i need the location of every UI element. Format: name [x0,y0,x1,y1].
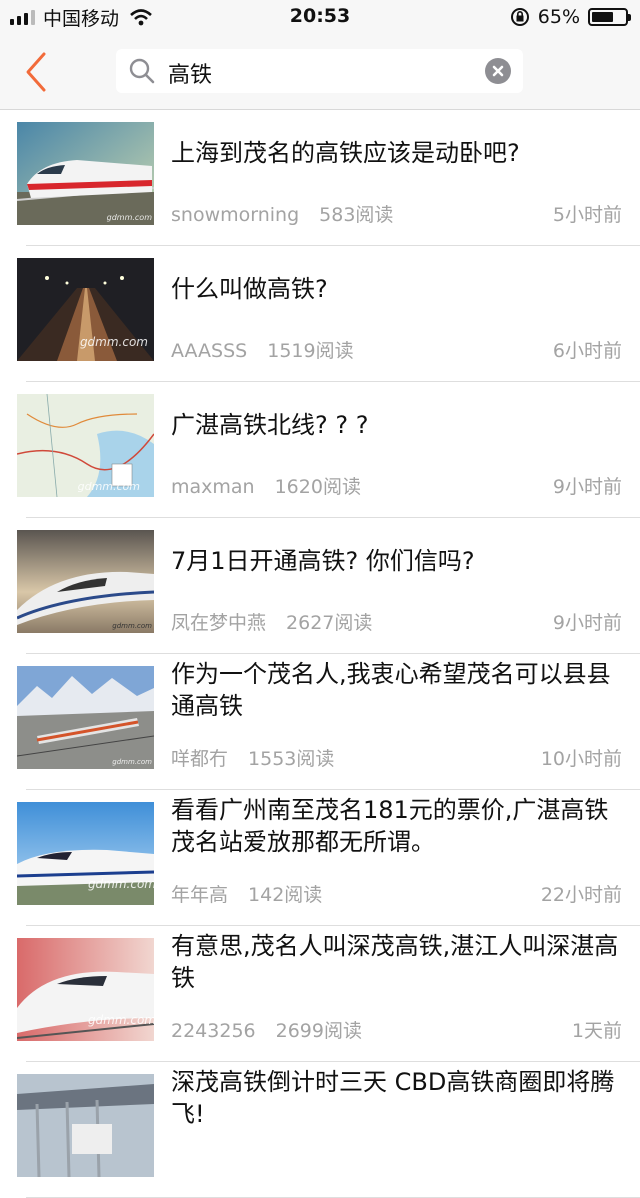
watermark: gdmm.com [77,480,140,493]
list-item[interactable]: gdmm.com 看看广州南至茂名181元的票价,广湛高铁茂名站爱放那都无所谓。… [0,790,640,926]
list-item[interactable]: gdmm.com 作为一个茂名人,我衷心希望茂名可以县县通高铁 咩都冇 1553阅… [0,654,640,790]
article-thumbnail: gdmm.com [17,666,154,769]
article-author: 凤在梦中燕 [171,612,267,634]
article-title: 深茂高铁倒计时三天 CBD高铁商圈即将腾飞! [171,1068,615,1128]
article-time: 9小时前 [552,476,622,498]
article-time: 10小时前 [540,748,622,770]
article-time: 6小时前 [552,340,622,362]
article-title: 7月1日开通高铁? 你们信吗? [171,547,475,575]
list-item[interactable]: 深茂高铁倒计时三天 CBD高铁商圈即将腾飞! [0,1062,640,1198]
article-author: AAASSS [171,340,248,362]
article-thumbnail: gdmm.com [17,122,154,225]
article-thumbnail: gdmm.com [17,802,154,905]
search-icon [129,58,155,84]
list-item[interactable]: gdmm.com 广湛高铁北线? ? ? maxman 1620阅读 9小时前 [0,382,640,518]
battery-percent: 65% [537,6,580,28]
article-title: 广湛高铁北线? ? ? [171,411,369,439]
battery-icon [588,8,631,26]
orientation-lock-icon [510,8,529,26]
article-author: 2243256 [171,1020,256,1042]
article-time: 5小时前 [552,204,622,226]
article-author: snowmorning [171,204,300,226]
article-time: 22小时前 [540,884,622,906]
search-input[interactable]: 高铁 [116,49,523,93]
article-time: 9小时前 [552,612,622,634]
watermark: gdmm.com [87,1013,154,1027]
article-title: 作为一个茂名人,我衷心希望茂名可以县县通高铁 [171,660,611,720]
chevron-left-icon [26,52,46,92]
back-button[interactable] [22,50,62,94]
article-reads: 1620阅读 [274,476,361,498]
article-thumbnail: gdmm.com [17,938,154,1041]
bullet-train-icon [17,530,154,633]
article-reads: 1519阅读 [267,340,354,362]
list-item[interactable]: gdmm.com 7月1日开通高铁? 你们信吗? 凤在梦中燕 2627阅读 9小时… [0,518,640,654]
status-bar: 中国移动 20:53 65% [0,0,640,36]
watermark: gdmm.com [106,213,152,222]
search-header: 高铁 [0,36,640,110]
article-thumbnail: gdmm.com [17,530,154,633]
article-reads: 2699阅读 [275,1020,362,1042]
watermark: gdmm.com [112,758,152,766]
article-author: 年年高 [171,884,229,906]
article-author: maxman [171,476,255,498]
watermark: gdmm.com [112,622,152,630]
article-reads: 142阅读 [248,884,323,906]
list-item[interactable]: gdmm.com 有意思,茂名人叫深茂高铁,湛江人叫深湛高铁 2243256 26… [0,926,640,1062]
article-title: 看看广州南至茂名181元的票价,广湛高铁茂名站爱放那都无所谓。 [171,796,609,856]
station-icon [17,1074,154,1177]
watermark: gdmm.com [87,877,154,891]
article-title: 有意思,茂名人叫深茂高铁,湛江人叫深湛高铁 [171,932,619,992]
watermark: gdmm.com [79,335,148,349]
article-reads: 1553阅读 [248,748,335,770]
article-thumbnail [17,1074,154,1177]
article-time: 1天前 [571,1020,622,1042]
article-reads: 583阅读 [319,204,394,226]
clear-icon[interactable] [485,58,511,84]
article-reads: 2627阅读 [286,612,373,634]
article-title: 上海到茂名的高铁应该是动卧吧? [171,139,520,167]
article-thumbnail: gdmm.com [17,394,154,497]
article-thumbnail: gdmm.com [17,258,154,361]
article-author: 咩都冇 [171,748,229,770]
list-item[interactable]: gdmm.com 上海到茂名的高铁应该是动卧吧? snowmorning 583阅… [0,110,640,246]
red-train-icon [17,122,154,225]
mountain-train-icon [17,666,154,769]
article-list: gdmm.com 上海到茂名的高铁应该是动卧吧? snowmorning 583阅… [0,110,640,1198]
list-item[interactable]: gdmm.com 什么叫做高铁? AAASSS 1519阅读 6小时前 [0,246,640,382]
search-query: 高铁 [168,63,213,88]
article-title: 什么叫做高铁? [171,275,328,303]
